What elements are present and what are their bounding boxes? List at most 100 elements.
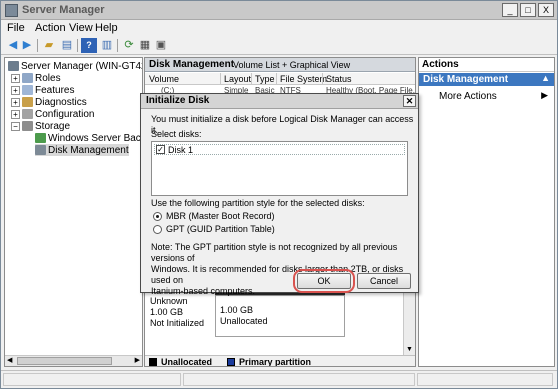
unallocated-swatch: [149, 358, 157, 366]
server-manager-icon: [5, 4, 18, 17]
tree-item-label: Windows Server Backup: [48, 132, 142, 144]
center-subtitle: Volume List + Graphical View: [233, 60, 351, 70]
gpt-note-line: Note: The GPT partition style is not rec…: [151, 242, 398, 263]
tree-item-configuration[interactable]: + Configuration: [11, 108, 94, 120]
center-header: Disk Management Volume List + Graphical …: [145, 58, 415, 72]
mbr-label: MBR (Master Boot Record): [166, 211, 275, 221]
scroll-left-icon[interactable]: ◀: [7, 356, 12, 364]
menu-view[interactable]: View: [69, 22, 93, 34]
refresh-icon[interactable]: ⟳: [121, 38, 137, 53]
submenu-arrow-icon: ▶: [541, 90, 548, 100]
features-icon: [22, 85, 33, 95]
column-type[interactable]: Type: [255, 74, 275, 84]
partition-size: 1.00 GB: [220, 305, 254, 315]
mbr-option[interactable]: MBR (Master Boot Record): [153, 211, 275, 221]
export-icon[interactable]: ▦: [137, 38, 153, 53]
dialog-close-button[interactable]: ✕: [403, 95, 416, 107]
diagnostics-icon: [22, 97, 33, 107]
tree-item-label: Configuration: [35, 108, 95, 120]
disk-1-checkbox[interactable]: ✓: [156, 145, 165, 154]
disk-size: 1.00 GB: [150, 307, 184, 317]
tree-root-label: Server Manager (WIN-GT42RC524: [21, 60, 142, 72]
graphical-view: Unknown 1.00 GB Not Initialized 1.00 GB …: [145, 291, 405, 349]
center-title: Disk Management: [149, 59, 235, 70]
title-bar: Server Manager _ □ X: [1, 1, 557, 20]
disk-type: Unknown: [150, 296, 188, 306]
forward-arrow-icon[interactable]: ▶: [19, 38, 35, 53]
disk-1-info[interactable]: Unknown 1.00 GB Not Initialized: [150, 296, 204, 329]
menu-action[interactable]: Action: [35, 22, 66, 34]
navigation-tree: Server Manager (WIN-GT42RC524 + Roles + …: [4, 57, 143, 367]
expand-icon[interactable]: +: [11, 109, 20, 119]
toolbar-divider: [77, 39, 78, 52]
column-layout[interactable]: Layout: [224, 74, 251, 84]
tree-item-label: Storage: [35, 120, 71, 132]
settings-icon[interactable]: ▣: [153, 38, 169, 53]
column-divider: [251, 73, 252, 85]
cancel-button[interactable]: Cancel: [357, 273, 411, 289]
gpt-radio[interactable]: [153, 224, 162, 234]
up-folder-icon[interactable]: ▰: [41, 38, 57, 53]
column-divider: [276, 73, 277, 85]
dialog-title-bar: Initialize Disk ✕: [141, 94, 418, 109]
status-cell: [3, 373, 181, 386]
more-actions-item[interactable]: More Actions: [439, 91, 497, 102]
tree-item-diagnostics[interactable]: + Diagnostics: [11, 96, 87, 108]
collapse-section-icon[interactable]: ▲: [541, 73, 550, 83]
storage-icon: [22, 121, 33, 131]
help-icon[interactable]: ?: [81, 38, 97, 53]
scroll-thumb[interactable]: [17, 357, 112, 365]
disks-list: ✓ Disk 1: [151, 141, 408, 196]
volume-list-header: Volume Layout Type File System Status: [145, 73, 415, 85]
unallocated-partition[interactable]: 1.00 GB Unallocated: [215, 295, 345, 337]
collapse-icon[interactable]: −: [11, 121, 20, 131]
disk-list-item[interactable]: ✓ Disk 1: [154, 144, 405, 155]
scroll-down-icon[interactable]: ▼: [405, 345, 414, 354]
tree-item-storage[interactable]: − Storage: [11, 120, 70, 132]
properties-icon[interactable]: ▥: [99, 38, 115, 53]
scroll-right-icon[interactable]: ▶: [135, 356, 140, 364]
status-bar: [1, 370, 557, 388]
mbr-radio[interactable]: [153, 211, 162, 221]
menu-bar: File Action View Help: [1, 20, 557, 36]
expand-icon[interactable]: +: [11, 97, 20, 107]
expand-icon[interactable]: +: [11, 73, 20, 83]
actions-section-label: Disk Management: [423, 74, 509, 85]
tree-horizontal-scrollbar[interactable]: ◀ ▶: [5, 355, 142, 366]
menu-file[interactable]: File: [7, 22, 25, 34]
show-tree-icon[interactable]: ▤: [59, 38, 75, 53]
column-volume[interactable]: Volume: [149, 74, 179, 84]
minimize-button[interactable]: _: [502, 3, 518, 17]
partition-status: Unallocated: [220, 316, 268, 326]
tree-item-roles[interactable]: + Roles: [11, 72, 61, 84]
legend-unallocated: Unallocated: [161, 357, 213, 367]
legend-primary-partition: Primary partition: [239, 357, 312, 367]
actions-section-disk-management[interactable]: Disk Management ▲: [419, 73, 554, 86]
ok-button[interactable]: OK: [297, 273, 351, 289]
primary-partition-swatch: [227, 358, 235, 366]
column-divider: [322, 73, 323, 85]
dialog-title: Initialize Disk: [146, 95, 210, 106]
disk-status: Not Initialized: [150, 318, 205, 328]
column-file-system[interactable]: File System: [280, 74, 327, 84]
gpt-option[interactable]: GPT (GUID Partition Table): [153, 224, 275, 234]
tree-item-label: Roles: [35, 72, 61, 84]
tree-item-windows-server-backup[interactable]: Windows Server Backup: [35, 132, 142, 144]
initialize-disk-dialog: Initialize Disk ✕ You must initialize a …: [140, 93, 419, 296]
disk-legend: Unallocated Primary partition: [145, 355, 415, 367]
server-icon: [8, 61, 19, 71]
maximize-button[interactable]: □: [520, 3, 536, 17]
tree-item-features[interactable]: + Features: [11, 84, 74, 96]
menu-help[interactable]: Help: [95, 22, 118, 34]
expand-icon[interactable]: +: [11, 85, 20, 95]
toolbar-divider: [37, 39, 38, 52]
close-button[interactable]: X: [538, 3, 554, 17]
tree-root[interactable]: Server Manager (WIN-GT42RC524: [8, 60, 142, 72]
status-cell: [417, 373, 553, 386]
column-status[interactable]: Status: [326, 74, 352, 84]
gpt-label: GPT (GUID Partition Table): [166, 224, 275, 234]
tree-item-disk-management[interactable]: Disk Management: [35, 144, 129, 156]
disk-1-label: Disk 1: [168, 144, 194, 155]
configuration-icon: [22, 109, 33, 119]
toolbar: ◀ ▶ ▰ ▤ ? ▥ ⟳ ▦ ▣: [1, 37, 557, 55]
